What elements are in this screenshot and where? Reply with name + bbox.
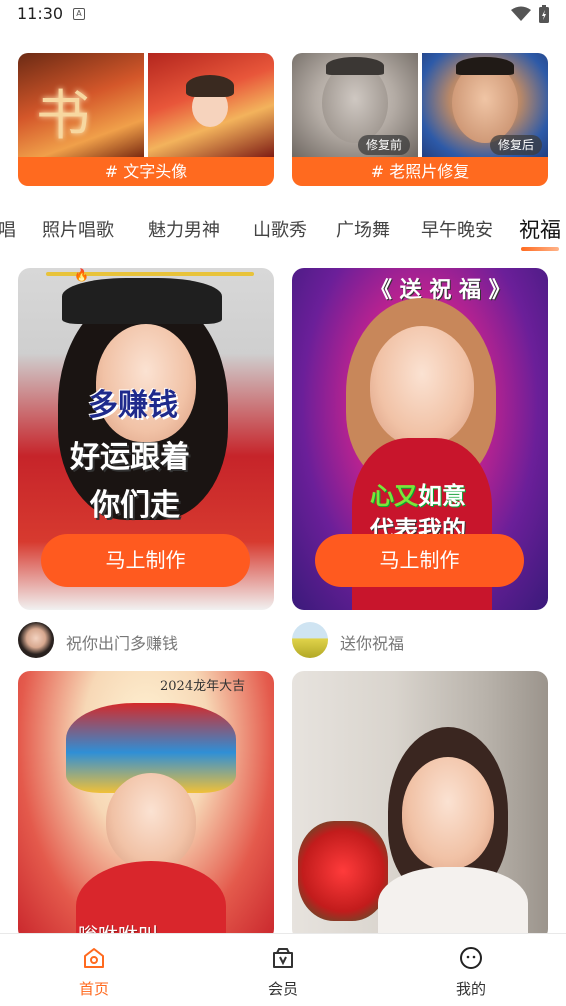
- lyric-line: 心又如意: [370, 481, 466, 510]
- tab-photo-sing[interactable]: 照片唱歌: [42, 216, 114, 242]
- nav-me-label: 我的: [455, 980, 486, 998]
- old-photo-repair-label: # 老照片修复: [292, 157, 548, 186]
- tab-square-dance[interactable]: 广场舞: [336, 216, 390, 242]
- make-now-button[interactable]: 马上制作: [315, 534, 524, 587]
- status-bar: 11:30 A: [0, 0, 566, 30]
- a-box-icon: A: [73, 8, 85, 20]
- category-tabs: 唱 照片唱歌 魅力男神 山歌秀 广场舞 早午晚安 祝福: [0, 212, 566, 252]
- nav-vip[interactable]: 会员: [223, 934, 343, 1006]
- video-card[interactable]: 🔥 多赚钱 好运跟着 你们走 马上制作: [18, 268, 274, 610]
- tab-blessings[interactable]: 祝福: [519, 214, 561, 244]
- video-card[interactable]: [292, 671, 548, 941]
- nav-vip-label: 会员: [267, 980, 298, 998]
- tab-charm-male[interactable]: 魅力男神: [148, 216, 220, 242]
- make-now-button[interactable]: 马上制作: [41, 534, 250, 587]
- active-tab-indicator: [521, 247, 559, 251]
- nav-home[interactable]: 首页: [34, 934, 154, 1006]
- tab-sing[interactable]: 唱: [0, 216, 16, 242]
- dragon-art-image: 书: [18, 53, 144, 157]
- vip-bag-icon: [273, 948, 293, 968]
- nav-home-label: 首页: [78, 980, 109, 998]
- lyric-line: 多赚钱: [88, 388, 178, 423]
- video-card[interactable]: 《 送 祝 福 》 心又如意 代表我的 马上制作: [292, 268, 548, 610]
- nav-me[interactable]: 我的: [411, 934, 531, 1006]
- video-card[interactable]: 2024龙年大吉 嗡咻咻叫: [18, 671, 274, 941]
- text-avatar-label: # 文字头像: [18, 157, 274, 186]
- dragon-girl-image: [148, 53, 274, 157]
- profile-smile-icon: [460, 947, 482, 969]
- battery-charging-icon: [539, 5, 549, 23]
- tab-greetings-daily[interactable]: 早午晚安: [421, 216, 493, 242]
- lyric-line: 《 送 祝 福 》: [370, 277, 511, 303]
- wifi-icon: [511, 6, 531, 21]
- before-tag: 修复前: [358, 135, 411, 155]
- avatar: [18, 622, 54, 658]
- after-tag: 修复后: [490, 135, 543, 155]
- lyric-line: 好运跟着: [70, 440, 190, 475]
- lion-dance-prop: [298, 821, 388, 921]
- old-photo-repair-feature[interactable]: 修复前 修复后 # 老照片修复: [292, 53, 548, 186]
- bottom-nav: 首页 会员 我的: [0, 933, 566, 1006]
- calligraphy-glyph-art: 书: [36, 84, 90, 147]
- avatar: [292, 622, 328, 658]
- card-title: 送你祝福: [340, 634, 405, 653]
- year-text: 2024龙年大吉: [160, 679, 246, 694]
- flame-icon: 🔥: [74, 268, 89, 282]
- card-title: 祝你出门多赚钱: [66, 634, 179, 653]
- home-icon: [84, 948, 104, 968]
- white-top: [378, 867, 528, 941]
- status-time: 11:30: [17, 4, 64, 23]
- tab-folk-song[interactable]: 山歌秀: [253, 216, 307, 242]
- lyric-line: 你们走: [90, 488, 180, 523]
- text-avatar-feature[interactable]: 书 # 文字头像: [18, 53, 274, 186]
